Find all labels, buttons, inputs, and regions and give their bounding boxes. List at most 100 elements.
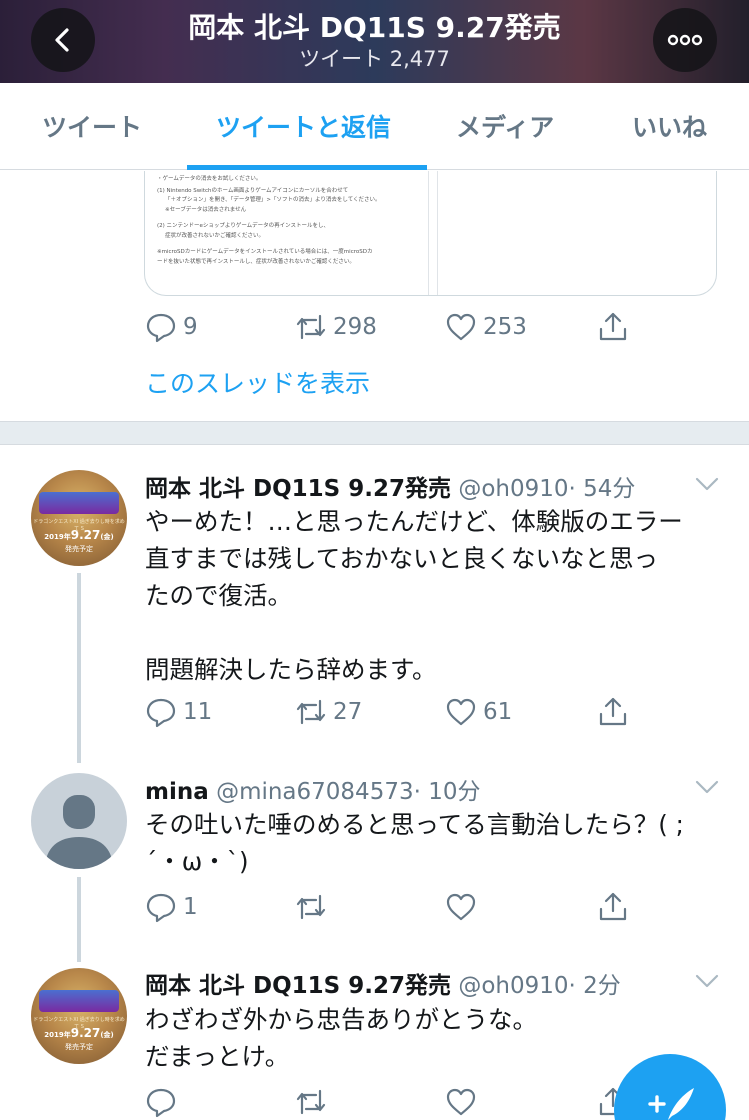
tweet-header: 岡本 北斗 DQ11S 9.27発売 @oh0910· 2分 — [145, 966, 621, 1000]
compose-icon — [648, 1088, 694, 1120]
image-divider — [428, 171, 438, 295]
compose-tweet-button[interactable] — [614, 1054, 726, 1120]
retweet-button[interactable]: 27 — [295, 696, 362, 728]
share-icon — [599, 697, 627, 726]
like-count: 61 — [483, 699, 513, 725]
avatar-date: 2019年9.27(金) — [31, 528, 127, 542]
reply-count: 11 — [183, 699, 213, 725]
profile-header: 岡本 北斗 DQ11S 9.27発売 ツイート 2,477 — [0, 0, 749, 83]
tweet-actions: 11 27 61 — [145, 696, 705, 732]
image-doc-text: ・ゲームデータの消去をお試しください。 (1) Nintendo Switchの… — [157, 175, 422, 267]
tweet-time: · 2分 — [568, 973, 621, 999]
header-subtitle: ツイート 2,477 — [299, 47, 450, 71]
more-icon — [667, 34, 703, 46]
retweet-button[interactable] — [295, 1086, 327, 1118]
doc-line: ・ゲームデータの消去をお試しください。 — [157, 176, 262, 182]
retweet-count: 27 — [333, 699, 363, 725]
reply-count: 1 — [183, 894, 198, 920]
reply-button[interactable]: 1 — [145, 891, 198, 923]
avatar[interactable]: ドラゴンクエストXI 過ぎ去りし時を求めて S 2019年9.27(金) 発売予… — [31, 470, 127, 566]
reply-button[interactable]: 11 — [145, 696, 212, 728]
retweet-icon — [296, 1089, 326, 1115]
section-separator — [0, 421, 749, 445]
avatar-day: 9.27 — [70, 1026, 101, 1040]
heart-icon — [446, 1088, 476, 1116]
doc-line: ※microSDカードにゲームデータをインストールされている場合には、一度mic… — [157, 249, 373, 255]
avatar-logo — [39, 990, 119, 1012]
like-count: 253 — [483, 314, 527, 340]
reply-icon — [146, 698, 176, 728]
tweet-text: わざわざ外から忠告ありがとうな。 だまっとけ。 — [145, 1005, 537, 1071]
chevron-down-icon[interactable] — [695, 477, 719, 491]
retweet-icon — [296, 699, 326, 725]
show-thread-link[interactable]: このスレッドを表示 — [145, 364, 370, 400]
tweet-time: · 10分 — [413, 779, 481, 805]
tweet-author[interactable]: mina — [145, 779, 209, 805]
avatar-weekday: (金) — [100, 1031, 114, 1039]
heart-icon — [446, 698, 476, 726]
like-button[interactable]: 61 — [445, 696, 512, 728]
tab-likes[interactable]: いいね — [632, 108, 707, 144]
default-avatar-icon — [45, 795, 113, 869]
retweet-button[interactable] — [295, 891, 333, 923]
tweet-handle[interactable]: @mina67084573 — [216, 779, 414, 805]
reply-count: 9 — [183, 314, 198, 340]
doc-line: ードを抜いた状態で再インストールし、症状が改善されないかご確認ください。 — [157, 258, 355, 265]
tweet-header: mina @mina67084573· 10分 — [145, 772, 481, 806]
profile-tabs: ツイート ツイートと返信 メディア いいね — [0, 83, 749, 170]
tab-tweets-and-replies[interactable]: ツイートと返信 — [216, 108, 391, 144]
doc-line: 症状が改善されないかご確認ください。 — [165, 232, 265, 239]
heart-icon — [446, 313, 476, 341]
like-button[interactable] — [445, 1086, 477, 1118]
tweet-handle[interactable]: @oh0910 — [458, 973, 568, 999]
tweet-time: · 54分 — [568, 476, 636, 502]
avatar-weekday: (金) — [100, 533, 114, 541]
avatar-logo — [39, 492, 119, 514]
chevron-down-icon[interactable] — [695, 974, 719, 988]
tweet-author[interactable]: 岡本 北斗 DQ11S 9.27発売 — [145, 476, 451, 502]
retweet-icon — [296, 894, 326, 920]
share-button[interactable] — [597, 891, 629, 923]
avatar[interactable] — [31, 773, 127, 869]
doc-line: (1) Nintendo Switchのホーム画面よりゲームアイコンにカーソルを… — [157, 187, 349, 194]
reply-button[interactable] — [145, 1086, 177, 1118]
tweet-actions: 1 — [145, 891, 705, 927]
tab-media[interactable]: メディア — [456, 108, 554, 144]
retweet-icon — [296, 314, 326, 340]
share-icon — [599, 892, 627, 921]
avatar-date: 2019年9.27(金) — [31, 1026, 127, 1040]
chevron-down-icon[interactable] — [695, 780, 719, 794]
retweet-count: 298 — [333, 314, 377, 340]
heart-icon — [446, 893, 476, 921]
tweet-author[interactable]: 岡本 北斗 DQ11S 9.27発売 — [145, 973, 451, 999]
tweet-header: 岡本 北斗 DQ11S 9.27発売 @oh0910· 54分 — [145, 469, 635, 503]
doc-line: (2) ニンテンドーeショップよりゲームデータの再インストールをし、 — [157, 223, 330, 229]
retweet-button[interactable]: 298 — [295, 311, 377, 343]
like-button[interactable] — [445, 891, 483, 923]
avatar-year: 2019年 — [44, 533, 71, 541]
tweet-handle[interactable]: @oh0910 — [458, 476, 568, 502]
thread-line — [77, 877, 81, 962]
share-button[interactable] — [597, 311, 629, 343]
reply-icon — [146, 313, 176, 343]
reply-button[interactable]: 9 — [145, 311, 198, 343]
share-button[interactable] — [597, 696, 629, 728]
avatar-day: 9.27 — [70, 528, 101, 542]
doc-line: ※セーブデータは消去されません — [165, 206, 247, 213]
doc-line: 「＋オプション」を開き、「データ管理」>「ソフトの消去」より消去をしてください。 — [165, 197, 381, 203]
header-title: 岡本 北斗 DQ11S 9.27発売 — [188, 11, 561, 44]
tweet-text: その吐いた唾のめると思ってる言動治したら？( ; ´・ω・`) — [145, 810, 684, 876]
avatar-release: 発売予定 — [65, 1043, 93, 1051]
avatar[interactable]: ドラゴンクエストXI 過ぎ去りし時を求めて S 2019年9.27(金) 発売予… — [31, 968, 127, 1064]
reply-icon — [146, 1088, 176, 1118]
tab-tweets[interactable]: ツイート — [42, 108, 142, 144]
active-tab-indicator — [187, 165, 427, 170]
like-button[interactable]: 253 — [445, 311, 527, 343]
tweet-image-card[interactable]: ・ゲームデータの消去をお試しください。 (1) Nintendo Switchの… — [144, 171, 717, 296]
reply-icon — [146, 893, 176, 923]
tweet-actions: 9 298 253 — [145, 311, 705, 347]
share-icon — [599, 312, 627, 341]
more-button[interactable] — [653, 8, 717, 72]
thread-line — [77, 573, 81, 763]
tweet-text: やーめた！…と思ったんだけど、体験版のエラー 直すまでは残しておかないと良くない… — [145, 507, 683, 684]
